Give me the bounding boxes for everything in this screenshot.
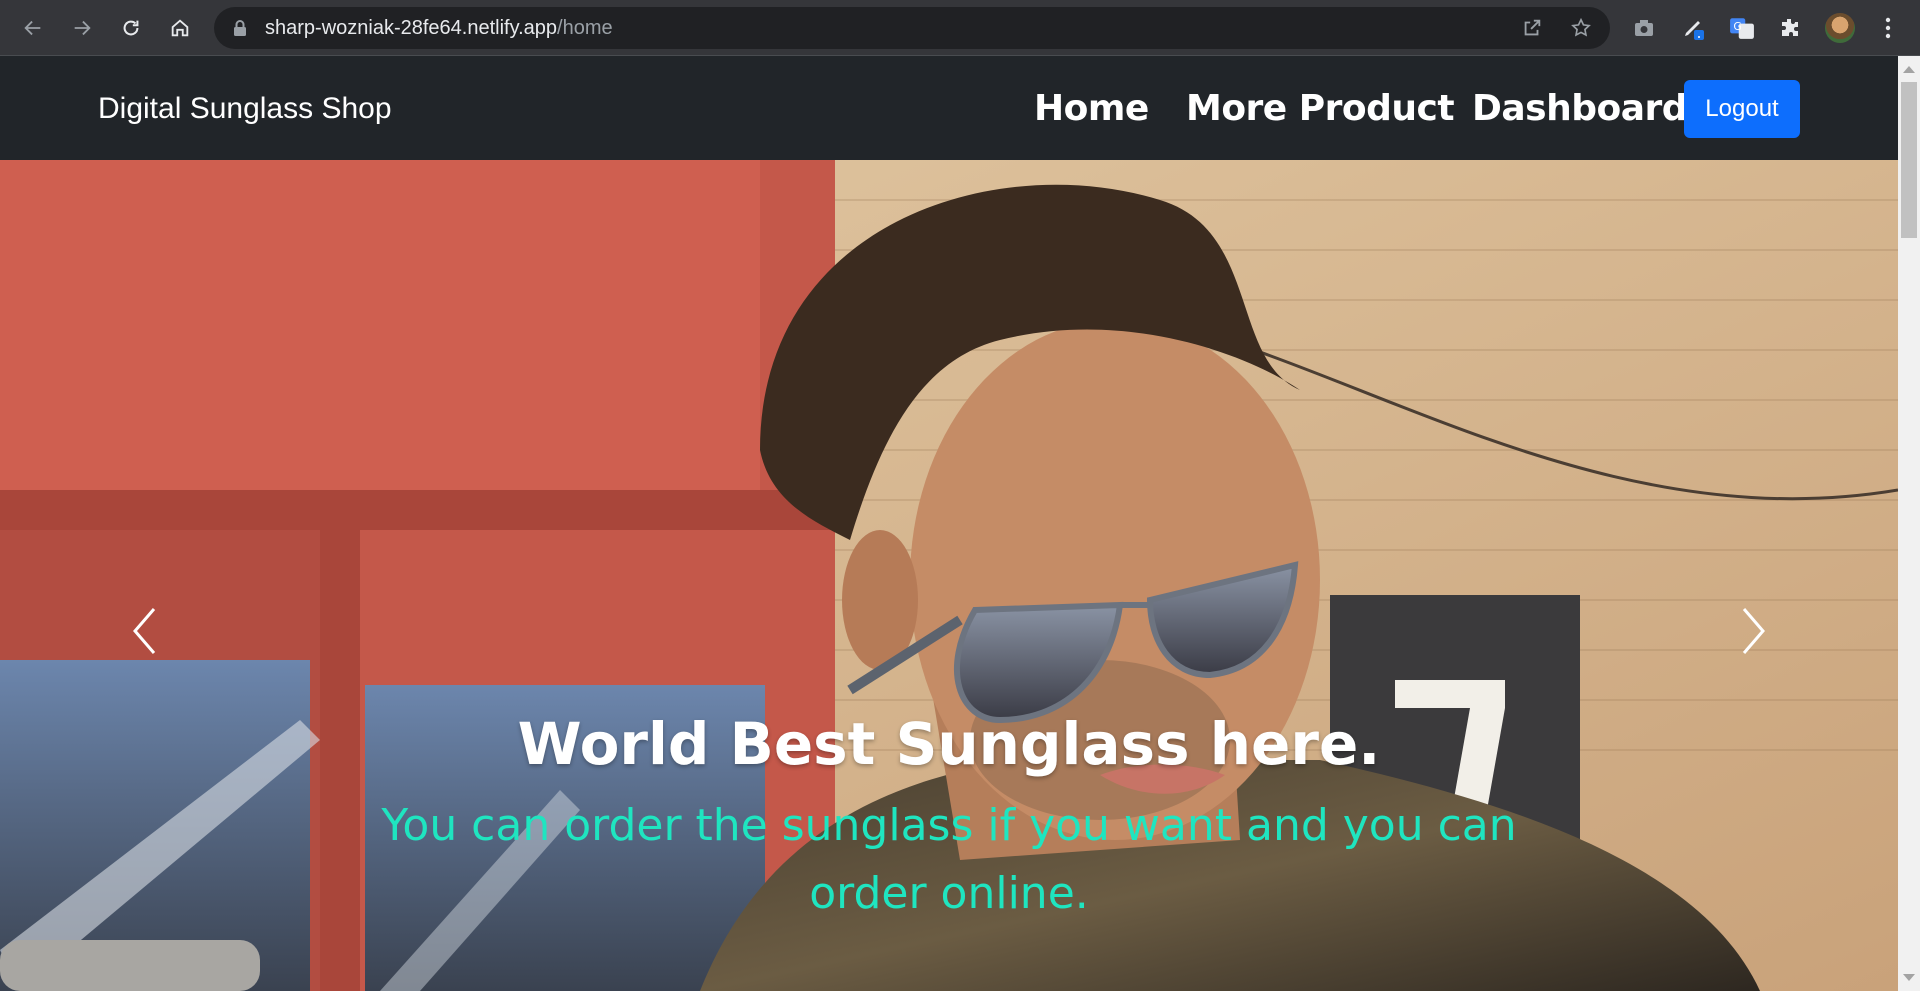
address-bar[interactable]: sharp-wozniak-28fe64.netlify.app/home — [214, 7, 1610, 49]
nav-link-dashboard[interactable]: Dashboard — [1472, 88, 1688, 129]
back-icon[interactable] — [17, 12, 49, 44]
hero-subtitle: You can order the sunglass if you want a… — [381, 800, 1517, 919]
profile-avatar[interactable] — [1825, 13, 1855, 43]
lock-icon[interactable] — [232, 19, 248, 37]
hero-title: World Best Sunglass here. — [517, 710, 1381, 778]
svg-text:G: G — [1733, 20, 1741, 33]
forward-icon[interactable] — [66, 12, 98, 44]
translate-icon[interactable]: G — [1728, 14, 1756, 42]
page-scrollbar[interactable] — [1898, 56, 1920, 991]
camera-icon[interactable] — [1630, 14, 1658, 42]
logout-button[interactable]: Logout — [1684, 80, 1800, 138]
share-icon[interactable] — [1521, 17, 1543, 39]
scroll-thumb[interactable] — [1901, 82, 1917, 238]
nav-link-home[interactable]: Home — [1034, 88, 1149, 129]
scroll-up-arrow-icon[interactable] — [1903, 66, 1915, 73]
hero-carousel: World Best Sunglass here. You can order … — [0, 160, 1898, 991]
nav-link-more-product[interactable]: More Product — [1186, 88, 1455, 129]
brand-link[interactable]: Digital Sunglass Shop — [98, 92, 392, 126]
scroll-down-arrow-icon[interactable] — [1903, 974, 1915, 981]
url-host: sharp-wozniak-28fe64.netlify.app — [265, 17, 558, 39]
carousel-next-icon[interactable] — [1740, 605, 1768, 657]
bookmark-star-icon[interactable] — [1570, 17, 1592, 39]
carousel-prev-icon[interactable] — [130, 605, 158, 657]
home-icon[interactable] — [164, 12, 196, 44]
reload-icon[interactable] — [115, 12, 147, 44]
url-text[interactable]: sharp-wozniak-28fe64.netlify.app/home — [265, 18, 613, 38]
site-navbar: Digital Sunglass Shop Home More Product … — [0, 56, 1898, 160]
url-path: /home — [557, 17, 613, 39]
pen-extension-icon[interactable] — [1679, 14, 1707, 42]
extensions-puzzle-icon[interactable] — [1776, 14, 1804, 42]
kebab-menu-icon[interactable] — [1874, 14, 1902, 42]
browser-toolbar: sharp-wozniak-28fe64.netlify.app/home G — [0, 0, 1920, 56]
